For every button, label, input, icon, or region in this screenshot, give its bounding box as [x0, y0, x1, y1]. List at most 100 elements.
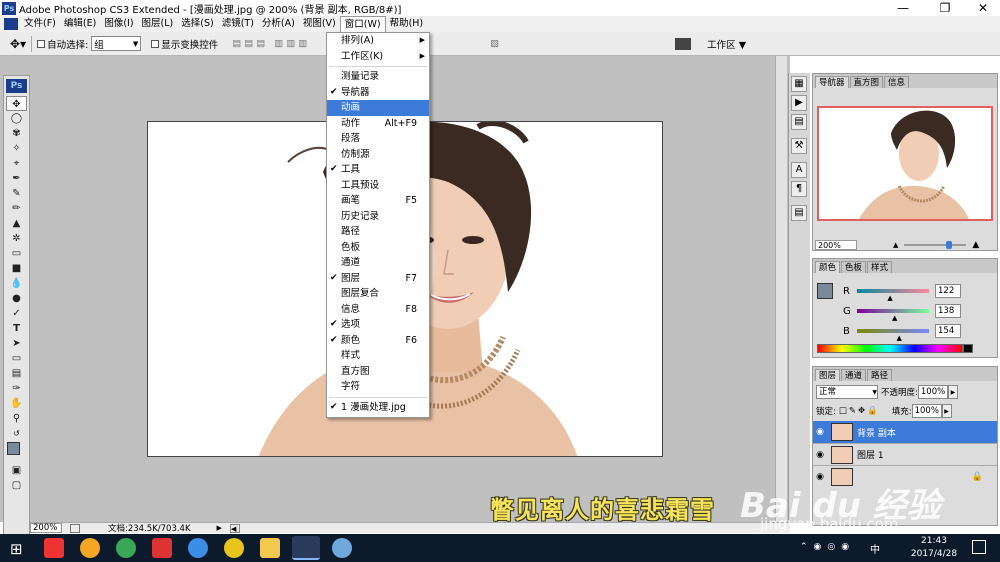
- app-icon-2[interactable]: [80, 538, 100, 558]
- color-swatches[interactable]: [4, 441, 29, 463]
- menu-filter[interactable]: 滤镜(T): [218, 16, 258, 32]
- fg-color-swatch[interactable]: [817, 283, 833, 299]
- zoom-tool-icon[interactable]: ⚲: [6, 411, 27, 426]
- ime-indicator[interactable]: 中: [870, 541, 880, 556]
- menu-help[interactable]: 帮助(H): [386, 16, 428, 32]
- window-menu-item[interactable]: 工作区(K) ▶: [327, 49, 429, 65]
- dodge-tool-icon[interactable]: ●: [6, 291, 27, 306]
- move-tool-icon[interactable]: ✥▾: [10, 37, 26, 51]
- windows-start-icon[interactable]: ⊞: [10, 540, 23, 558]
- window-menu-item[interactable]: 路径: [327, 224, 429, 240]
- actions-icon[interactable]: ▶: [791, 95, 807, 111]
- blue-value[interactable]: 154: [935, 324, 961, 338]
- app-icon-6[interactable]: [224, 538, 244, 558]
- lock-icons[interactable]: □✎✥🔒: [839, 406, 880, 416]
- app-icon-4[interactable]: [152, 538, 172, 558]
- window-menu-item[interactable]: ✔ 图层 F7: [327, 271, 429, 287]
- status-arrow-icon[interactable]: ▶: [217, 524, 222, 532]
- auto-select-dropdown[interactable]: 组 ▼: [91, 36, 142, 51]
- magic-wand-tool-icon[interactable]: ✧: [6, 141, 27, 156]
- window-menu-item[interactable]: ✔ 1 漫画处理.jpg: [327, 400, 429, 416]
- tools-dock-icon[interactable]: ⚒: [791, 138, 807, 154]
- notes-tool-icon[interactable]: ▤: [6, 366, 27, 381]
- app-icon-9[interactable]: [332, 538, 352, 558]
- brushes-icon[interactable]: ▦: [791, 76, 807, 92]
- red-value[interactable]: 122: [935, 284, 961, 298]
- red-slider[interactable]: ▲: [857, 289, 929, 302]
- window-menu-item[interactable]: 色板: [327, 240, 429, 256]
- type-tool-icon[interactable]: T: [6, 321, 27, 336]
- menu-window[interactable]: 窗口(W): [339, 16, 386, 32]
- marquee-tool-icon[interactable]: ◯: [6, 111, 27, 126]
- window-menu-item[interactable]: 工具预设: [327, 178, 429, 194]
- layer-row[interactable]: ◉ 图层 1: [813, 443, 997, 465]
- tab-info[interactable]: 信息: [884, 76, 910, 88]
- show-transform-checkbox[interactable]: [151, 39, 160, 48]
- restore-icon[interactable]: ❐: [930, 0, 960, 16]
- menu-select[interactable]: 选择(S): [177, 16, 217, 32]
- vertical-scrollbar[interactable]: [775, 56, 787, 522]
- eraser-tool-icon[interactable]: ▭: [6, 246, 27, 261]
- window-menu-item[interactable]: 直方图: [327, 364, 429, 380]
- close-icon[interactable]: ✕: [968, 0, 998, 16]
- opacity-value[interactable]: 100%: [917, 385, 948, 399]
- lasso-tool-icon[interactable]: ✾: [6, 126, 27, 141]
- move-tool-icon[interactable]: ✥: [6, 96, 27, 111]
- navigator-preview[interactable]: [817, 106, 993, 221]
- blue-slider-thumb[interactable]: ▲: [896, 334, 901, 342]
- eye-icon[interactable]: ◉: [813, 450, 827, 460]
- window-menu-item[interactable]: ✔ 选项: [327, 317, 429, 333]
- scroll-left-icon[interactable]: ◀: [229, 523, 240, 533]
- window-menu-item[interactable]: 测量记录: [327, 69, 429, 85]
- color-ramp[interactable]: [817, 344, 963, 353]
- zoom-in-icon[interactable]: ▲: [972, 240, 979, 250]
- black-swatch[interactable]: [963, 344, 973, 353]
- navigator-zoom[interactable]: 200%: [815, 239, 857, 250]
- fill-arrow-icon[interactable]: ▶: [941, 404, 952, 418]
- history-brush-icon[interactable]: ✲: [6, 231, 27, 246]
- window-menu-item[interactable]: 通道: [327, 255, 429, 271]
- gradient-tool-icon[interactable]: ■: [6, 261, 27, 276]
- window-menu-item[interactable]: ✔ 导航器: [327, 85, 429, 101]
- window-menu-item[interactable]: 画笔 F5: [327, 193, 429, 209]
- character-icon[interactable]: A: [791, 162, 807, 178]
- window-menu-item[interactable]: 动画: [327, 100, 429, 116]
- layer-name[interactable]: 背景 副本: [857, 426, 896, 439]
- pen-tool-icon[interactable]: ✓: [6, 306, 27, 321]
- menu-file[interactable]: 文件(F): [20, 16, 60, 32]
- tab-color[interactable]: 颜色: [815, 261, 841, 273]
- healing-brush-icon[interactable]: ✎: [6, 186, 27, 201]
- green-value[interactable]: 138: [935, 304, 961, 318]
- blend-mode-dropdown[interactable]: 正常 ▼: [816, 385, 878, 399]
- window-menu-item[interactable]: 仿制源: [327, 147, 429, 163]
- eye-icon[interactable]: ◉: [813, 427, 827, 437]
- hand-tool-icon[interactable]: ✋: [6, 396, 27, 411]
- crop-tool-icon[interactable]: ⌖: [6, 156, 27, 171]
- foreground-color[interactable]: [7, 442, 20, 455]
- layer-name[interactable]: 图层 1: [857, 448, 884, 461]
- tab-styles[interactable]: 样式: [867, 261, 893, 273]
- tray-icons[interactable]: ⌃◉◎◉: [800, 542, 855, 552]
- path-select-icon[interactable]: ➤: [6, 336, 27, 351]
- menu-analysis[interactable]: 分析(A): [258, 16, 299, 32]
- tab-swatches[interactable]: 色板: [841, 261, 867, 273]
- paragraph-icon[interactable]: ¶: [791, 181, 807, 197]
- file-explorer-icon[interactable]: [260, 538, 280, 558]
- zoom-level[interactable]: 200%: [30, 523, 62, 533]
- quick-mask-icon[interactable]: ▣: [6, 463, 27, 478]
- photoshop-taskbar-icon[interactable]: [292, 536, 320, 560]
- browser-icon[interactable]: [188, 538, 208, 558]
- window-menu-item[interactable]: ✔ 工具: [327, 162, 429, 178]
- zoom-slider-thumb[interactable]: [946, 240, 953, 249]
- chrome-icon[interactable]: [116, 538, 136, 558]
- slice-tool-icon[interactable]: ✒: [6, 171, 27, 186]
- green-slider[interactable]: ▲: [857, 309, 929, 322]
- menu-layer[interactable]: 图层(L): [138, 16, 178, 32]
- tab-channels[interactable]: 通道: [841, 369, 867, 381]
- blue-slider[interactable]: ▲: [857, 329, 929, 342]
- menu-view[interactable]: 视图(V): [299, 16, 340, 32]
- layer-comps-icon[interactable]: ▤: [791, 205, 807, 221]
- app-icon-1[interactable]: [44, 538, 64, 558]
- window-menu-item[interactable]: 排列(A) ▶: [327, 33, 429, 49]
- window-menu-item[interactable]: 信息 F8: [327, 302, 429, 318]
